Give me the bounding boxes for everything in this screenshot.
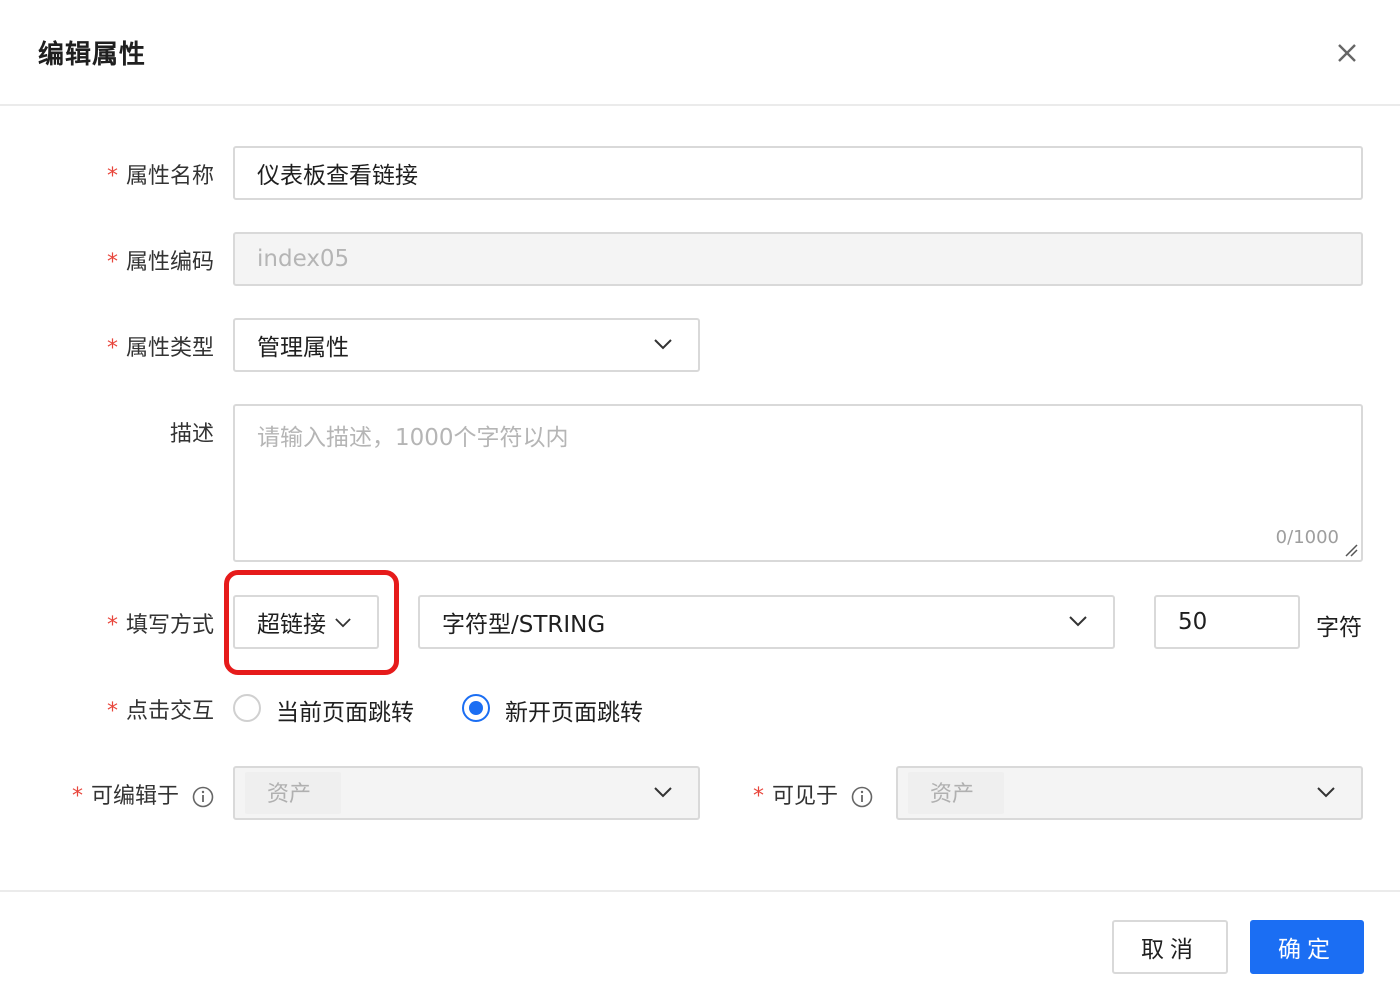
type-select[interactable]: 管理属性 bbox=[233, 318, 700, 372]
chevron-down-icon bbox=[654, 339, 672, 350]
length-input[interactable]: 50 bbox=[1154, 595, 1300, 649]
length-input-value: 50 bbox=[1178, 609, 1208, 635]
radio-new-page-label[interactable]: 新开页面跳转 bbox=[505, 693, 643, 727]
required-mark: * bbox=[106, 613, 118, 638]
code-input: index05 bbox=[233, 232, 1363, 286]
radio-current-page-label[interactable]: 当前页面跳转 bbox=[276, 693, 414, 727]
click-interaction-label: * 点击交互 bbox=[106, 699, 214, 724]
description-placeholder: 请输入描述，1000个字符以内 bbox=[257, 425, 569, 451]
name-input[interactable]: 仪表板查看链接 bbox=[233, 146, 1363, 200]
code-label: * 属性编码 bbox=[106, 250, 214, 275]
description-textarea[interactable]: 请输入描述，1000个字符以内 0/1000 bbox=[233, 404, 1363, 562]
required-mark: * bbox=[106, 164, 118, 189]
footer-divider bbox=[0, 890, 1400, 892]
description-counter: 0/1000 bbox=[1275, 527, 1339, 548]
radio-current-page[interactable] bbox=[233, 694, 261, 722]
fill-mode-label: * 填写方式 bbox=[106, 613, 214, 638]
dialog-title: 编辑属性 bbox=[38, 40, 147, 70]
resize-handle-icon[interactable] bbox=[1344, 543, 1358, 557]
highlight-annotation bbox=[224, 570, 399, 675]
data-type-select[interactable]: 字符型/STRING bbox=[418, 595, 1115, 649]
code-input-value: index05 bbox=[257, 246, 350, 272]
editable-by-select: 资产 bbox=[233, 766, 700, 820]
visible-to-select: 资产 bbox=[896, 766, 1363, 820]
info-icon[interactable] bbox=[192, 786, 214, 808]
visible-to-tag: 资产 bbox=[908, 772, 1005, 814]
length-unit: 字符 bbox=[1316, 615, 1362, 641]
chevron-down-icon bbox=[654, 787, 672, 798]
dialog-header: 编辑属性 bbox=[0, 0, 1400, 106]
description-label: 描述 bbox=[169, 422, 214, 447]
required-mark: * bbox=[71, 784, 83, 809]
required-mark: * bbox=[753, 784, 764, 809]
visible-to-label: * 可见于 bbox=[753, 778, 873, 810]
name-input-value: 仪表板查看链接 bbox=[257, 163, 418, 189]
info-icon[interactable] bbox=[851, 786, 873, 808]
required-mark: * bbox=[106, 699, 118, 724]
type-label: * 属性类型 bbox=[106, 336, 214, 361]
editable-by-tag: 资产 bbox=[245, 772, 342, 814]
chevron-down-icon bbox=[1317, 787, 1335, 798]
close-icon[interactable] bbox=[1330, 36, 1364, 70]
ok-button[interactable]: 确定 bbox=[1250, 920, 1364, 974]
data-type-select-value: 字符型/STRING bbox=[442, 612, 606, 638]
required-mark: * bbox=[106, 250, 118, 275]
chevron-down-icon bbox=[1069, 616, 1087, 627]
name-label: * 属性名称 bbox=[106, 164, 214, 189]
cancel-button[interactable]: 取消 bbox=[1112, 920, 1228, 974]
required-mark: * bbox=[106, 336, 118, 361]
type-select-value: 管理属性 bbox=[257, 335, 349, 361]
editable-by-label: * 可编辑于 bbox=[0, 778, 214, 810]
radio-new-page[interactable] bbox=[462, 694, 490, 722]
